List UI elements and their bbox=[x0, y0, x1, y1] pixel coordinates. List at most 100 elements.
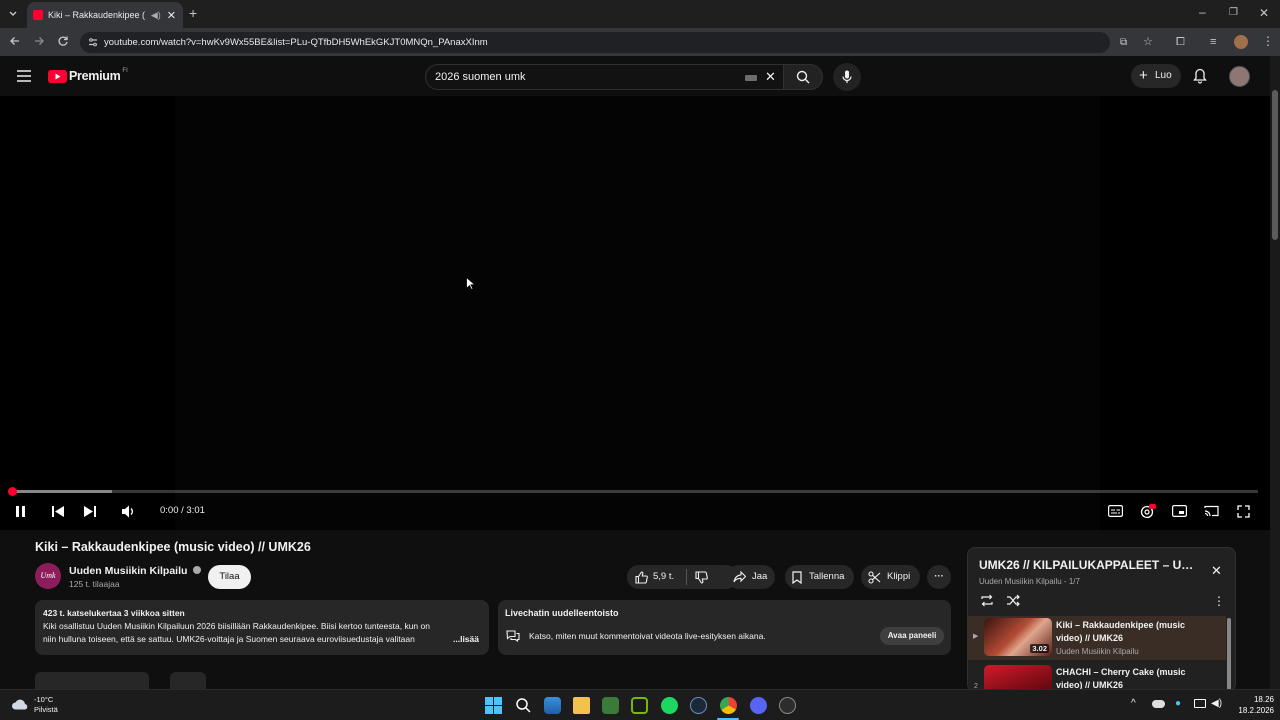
playlist-item-current[interactable]: ▶ 3.02 Kiki – Rakkaudenkipee (music vide… bbox=[968, 616, 1226, 660]
profile-avatar[interactable] bbox=[1234, 35, 1248, 49]
install-app-icon[interactable]: ⧉ bbox=[1120, 32, 1127, 53]
playlist-item[interactable]: 2 CHACHI – Cherry Cake (music video) // … bbox=[968, 663, 1226, 691]
temperature: -10°C bbox=[34, 695, 54, 704]
browser-tab-active[interactable]: Kiki – Rakkaudenkipee (music video) // U… bbox=[27, 2, 183, 28]
show-hidden-icons[interactable]: ^ bbox=[1131, 698, 1136, 709]
weather-widget[interactable]: -10°C Pilvistä bbox=[34, 695, 58, 715]
spotify-icon[interactable] bbox=[661, 697, 678, 714]
page-scrollbar[interactable] bbox=[1270, 56, 1280, 689]
weather-cloud-icon[interactable] bbox=[11, 698, 29, 710]
minimize-window-icon[interactable]: – bbox=[1199, 5, 1206, 19]
close-window-icon[interactable]: ✕ bbox=[1259, 6, 1269, 20]
microphone-icon bbox=[842, 70, 852, 83]
filter-chip-placeholder[interactable] bbox=[170, 672, 206, 690]
pause-icon[interactable] bbox=[15, 506, 26, 517]
notifications-bell-icon[interactable] bbox=[1193, 68, 1207, 84]
description-box[interactable]: 423 t. katselukertaa 3 viikkoa sitten Ki… bbox=[35, 600, 489, 655]
windows-start-icon[interactable] bbox=[485, 697, 502, 714]
weather-condition: Pilvistä bbox=[34, 705, 58, 714]
clip-button[interactable]: Klippi bbox=[861, 565, 920, 589]
new-tab-icon[interactable]: + bbox=[189, 6, 197, 20]
youtube-header: Premium FI 2026 suomen umk ✕ + Luo bbox=[0, 56, 1280, 96]
network-icon[interactable] bbox=[1194, 699, 1206, 708]
create-button[interactable]: + Luo bbox=[1131, 64, 1181, 88]
chrome-icon[interactable] bbox=[720, 697, 737, 714]
open-panel-button[interactable]: Avaa paneeli bbox=[880, 627, 944, 645]
verified-badge-icon bbox=[193, 566, 202, 574]
account-avatar[interactable] bbox=[1229, 66, 1250, 87]
clock-date: 18.2.2026 bbox=[1238, 706, 1274, 715]
microphone-tray-icon[interactable]: ● bbox=[1175, 698, 1181, 709]
onedrive-icon[interactable] bbox=[1152, 700, 1165, 708]
restore-window-icon[interactable]: ❐ bbox=[1229, 6, 1238, 20]
scrollbar-thumb[interactable] bbox=[1272, 90, 1278, 240]
scrubber-handle[interactable] bbox=[8, 487, 17, 496]
extensions-icon[interactable]: ⧠ bbox=[1176, 35, 1185, 49]
discord-icon[interactable] bbox=[750, 697, 767, 714]
settings-gear-icon[interactable] bbox=[1140, 504, 1156, 519]
tab-close-icon[interactable]: ✕ bbox=[167, 9, 176, 22]
miniplayer-icon[interactable] bbox=[1172, 505, 1187, 517]
subtitles-icon[interactable] bbox=[1108, 505, 1123, 517]
hamburger-menu-icon[interactable] bbox=[17, 70, 31, 82]
svg-text:Umk: Umk bbox=[40, 571, 56, 580]
next-icon[interactable] bbox=[84, 506, 96, 517]
keyboard-icon[interactable] bbox=[745, 75, 757, 81]
bookmark-icon bbox=[792, 571, 802, 584]
search-button[interactable] bbox=[783, 64, 823, 90]
like-count: 5,9 t. bbox=[653, 571, 675, 582]
forward-icon[interactable] bbox=[33, 35, 45, 47]
url-text: youtube.com/watch?v=hwKv9Wx55BE&list=PLu… bbox=[104, 37, 488, 48]
tab-search-icon[interactable] bbox=[7, 7, 19, 19]
save-button[interactable]: Tallenna bbox=[785, 565, 854, 589]
photos-app-icon[interactable] bbox=[544, 697, 561, 714]
video-thumbnail: 3.02 bbox=[984, 618, 1052, 656]
description-line-2: niin hulluna toiseen, että se sattuu. UM… bbox=[43, 634, 415, 644]
filter-chip-placeholder[interactable] bbox=[35, 672, 149, 690]
previous-icon[interactable] bbox=[52, 506, 64, 517]
youtube-premium-logo[interactable]: Premium FI bbox=[48, 68, 128, 83]
nvidia-app-icon[interactable] bbox=[631, 697, 648, 714]
shuffle-icon[interactable] bbox=[1006, 594, 1020, 607]
playlist-title[interactable]: UMK26 // KILPAILUKAPPALEET – UMK26 bbox=[979, 558, 1194, 572]
share-button[interactable]: Jaa bbox=[727, 565, 775, 589]
taskbar-clock[interactable]: 18.26 18.2.2026 bbox=[1218, 694, 1274, 716]
channel-avatar[interactable]: Umk bbox=[35, 563, 61, 589]
windows-taskbar: -10°C Pilvistä ^ ● ◀) 18.26 18.2.2026 bbox=[0, 689, 1280, 720]
close-playlist-icon[interactable]: ✕ bbox=[1211, 563, 1222, 579]
taskbar-search-icon[interactable] bbox=[515, 697, 531, 713]
like-button[interactable]: 5,9 t. bbox=[627, 565, 686, 589]
address-bar[interactable]: youtube.com/watch?v=hwKv9Wx55BE&list=PLu… bbox=[80, 32, 1153, 53]
cast-icon[interactable] bbox=[1204, 505, 1219, 517]
chat-replay-title: Livechatin uudelleentoisto bbox=[505, 608, 619, 618]
app-icon[interactable] bbox=[779, 697, 796, 714]
time-display: 0:00 / 3:01 bbox=[160, 505, 205, 516]
file-explorer-icon[interactable] bbox=[573, 697, 590, 714]
show-more-link[interactable]: ...lisää bbox=[453, 633, 479, 646]
voice-search-button[interactable] bbox=[833, 63, 861, 91]
back-icon[interactable] bbox=[9, 35, 21, 47]
clear-search-icon[interactable]: ✕ bbox=[765, 65, 776, 89]
fullscreen-icon[interactable] bbox=[1237, 505, 1250, 518]
steam-icon[interactable] bbox=[690, 697, 707, 714]
chat-replay-box: Livechatin uudelleentoisto Katso, miten … bbox=[498, 600, 951, 655]
progress-bar[interactable] bbox=[8, 487, 1258, 496]
reload-icon[interactable] bbox=[57, 35, 69, 47]
playlist-scrollbar[interactable] bbox=[1227, 618, 1231, 690]
browser-menu-icon[interactable]: ⋮ bbox=[1262, 34, 1274, 48]
search-input[interactable]: 2026 suomen umk ✕ bbox=[425, 64, 785, 90]
tab-audio-icon[interactable]: ◀) bbox=[151, 10, 161, 21]
scissors-icon bbox=[868, 571, 881, 584]
playlist-item-channel: Uuden Musiikin Kilpailu bbox=[1056, 647, 1139, 656]
loop-icon[interactable] bbox=[980, 594, 994, 607]
terminal-app-icon[interactable] bbox=[602, 697, 619, 714]
site-info-icon[interactable] bbox=[88, 38, 98, 47]
more-actions-icon[interactable]: ··· bbox=[927, 565, 951, 589]
channel-name[interactable]: Uuden Musiikin Kilpailu bbox=[69, 565, 202, 577]
volume-icon[interactable] bbox=[122, 505, 136, 518]
bookmark-star-icon[interactable]: ☆ bbox=[1143, 32, 1153, 53]
playlist-menu-icon[interactable]: ⋮ bbox=[1213, 594, 1225, 608]
video-player[interactable]: 0:00 / 3:01 bbox=[0, 96, 1270, 530]
media-control-icon[interactable]: ≡ bbox=[1210, 35, 1216, 49]
subscribe-button[interactable]: Tilaa bbox=[208, 565, 251, 589]
